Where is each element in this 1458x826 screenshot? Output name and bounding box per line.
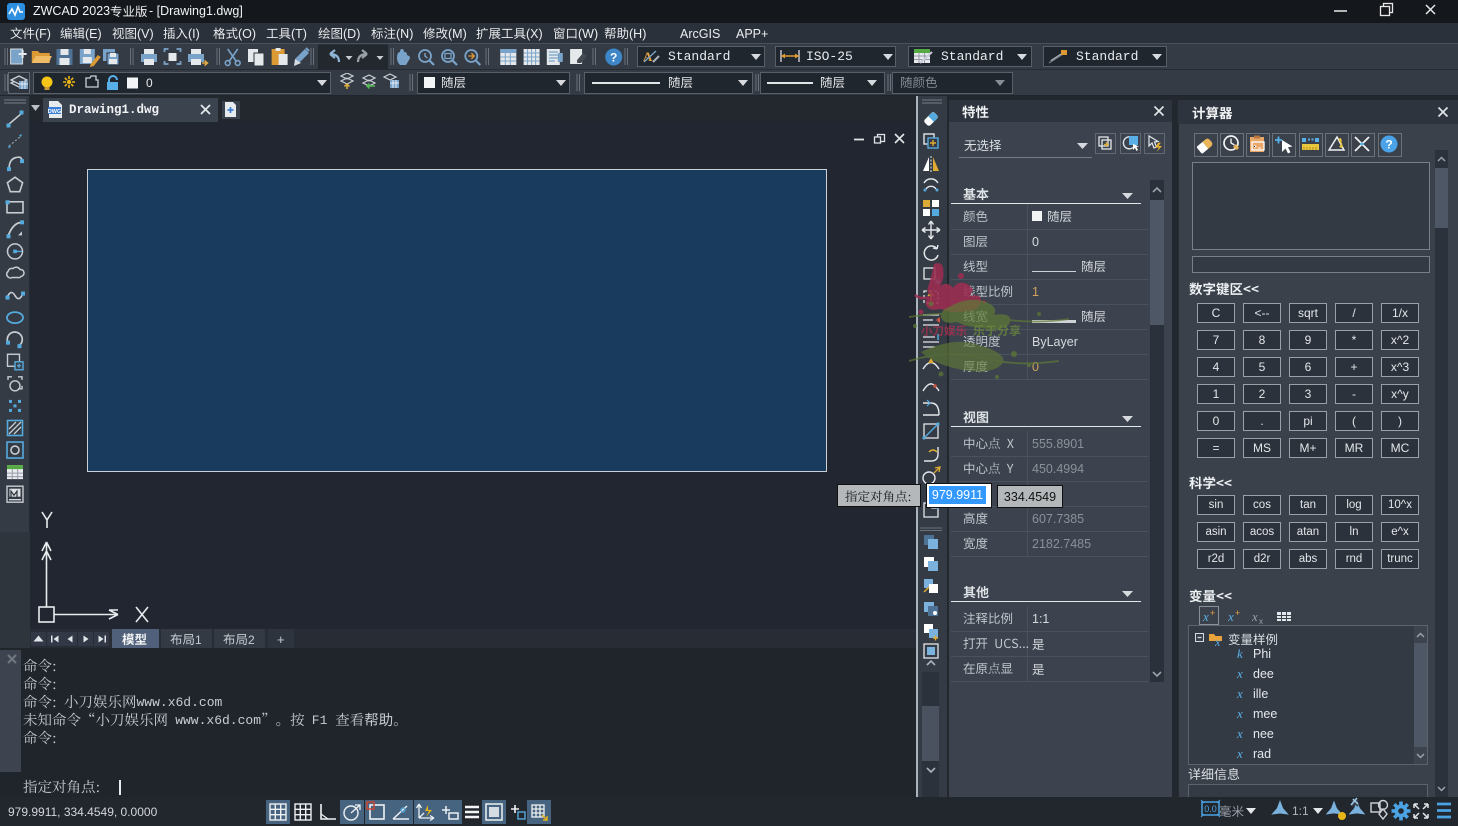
svg-text:x: x [1236, 666, 1243, 681]
svg-text:x: x [1236, 726, 1243, 741]
svg-text:x: x [1236, 746, 1243, 761]
svg-text:k: k [1237, 646, 1243, 661]
svg-text:x: x [1236, 706, 1243, 721]
svg-text:x: x [1236, 686, 1243, 701]
